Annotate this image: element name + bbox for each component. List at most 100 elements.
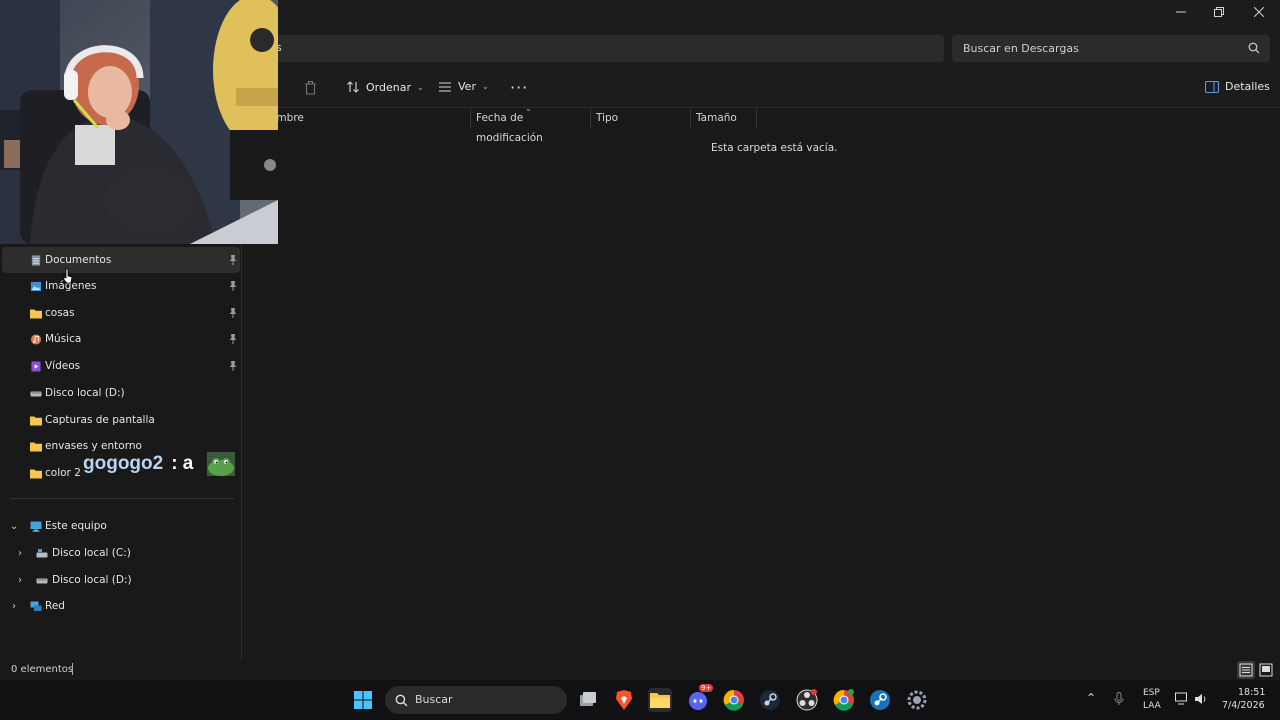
- chrome-button[interactable]: [722, 688, 746, 712]
- close-button[interactable]: [1240, 0, 1278, 24]
- large-icons-view-button[interactable]: [1257, 661, 1275, 679]
- sidebar-item-label: Este equipo: [45, 520, 107, 532]
- sidebar-item-documentos[interactable]: Documentos: [2, 247, 240, 273]
- address-bar[interactable]: s: [270, 35, 944, 62]
- pin-icon[interactable]: [229, 308, 237, 318]
- sidebar-item-label: Disco local (D:): [52, 574, 132, 586]
- sidebar-item-label: cosas: [45, 307, 75, 319]
- column-size[interactable]: Tamaño: [691, 108, 757, 128]
- taskbar-search[interactable]: Buscar: [385, 686, 567, 714]
- minimize-icon: [1176, 11, 1186, 13]
- column-type-label: Tipo: [596, 112, 619, 124]
- status-bar: 0 elementos: [0, 660, 1280, 680]
- restore-icon: [1214, 7, 1224, 17]
- sidebar-item-este-equipo[interactable]: ⌄ Este equipo: [2, 513, 240, 539]
- sidebar-item-red[interactable]: › Red: [2, 593, 240, 619]
- sidebar-item-capturas[interactable]: Capturas de pantalla: [2, 407, 240, 433]
- pin-icon[interactable]: [229, 334, 237, 344]
- column-type[interactable]: Tipo: [591, 108, 691, 128]
- discord-badge: 9+: [699, 684, 714, 692]
- task-view-button[interactable]: [576, 688, 600, 712]
- chevron-right-icon[interactable]: ›: [18, 575, 22, 586]
- discord-button[interactable]: 9+: [686, 684, 714, 712]
- clock-time[interactable]: 18:51: [1238, 687, 1265, 698]
- taskbar: Buscar 9+ ⌃ ESP LAA 18:51 7/4/2026: [0, 680, 1280, 720]
- chevron-down-icon: ⌄: [416, 82, 424, 92]
- chrome-profile-button[interactable]: [832, 688, 856, 712]
- sidebar-item-label: Documentos: [45, 254, 112, 266]
- taskbar-search-label: Buscar: [415, 693, 453, 706]
- steam-button[interactable]: [758, 688, 782, 712]
- obs-button[interactable]: [795, 688, 819, 712]
- details-pane-icon: [1205, 80, 1219, 93]
- webcam-overlay: [0, 0, 278, 244]
- file-explorer-icon: [650, 693, 670, 708]
- language-bottom[interactable]: LAA: [1143, 701, 1161, 711]
- chat-overlay: gogogo2 : a: [83, 452, 236, 476]
- details-view-icon: [1239, 663, 1253, 677]
- empty-folder-message: Esta carpeta está vacía.: [711, 142, 838, 154]
- video-icon: [31, 360, 41, 372]
- sort-icon: [347, 81, 359, 93]
- search-box[interactable]: [952, 35, 1270, 62]
- column-name[interactable]: ombre: [265, 108, 471, 128]
- pin-icon[interactable]: [229, 281, 237, 291]
- pin-icon[interactable]: [229, 361, 237, 371]
- chevron-right-icon[interactable]: ›: [12, 601, 16, 612]
- volume-icon[interactable]: [1194, 692, 1208, 706]
- large-icons-view-icon: [1259, 663, 1273, 677]
- folder-icon: [30, 442, 42, 451]
- view-button[interactable]: Ver ⌄: [438, 80, 489, 93]
- file-explorer-button[interactable]: [648, 688, 672, 712]
- drive-icon: [36, 578, 48, 583]
- delete-button[interactable]: [304, 81, 317, 95]
- microphone-icon[interactable]: [1114, 692, 1124, 706]
- close-icon: [1254, 7, 1264, 17]
- start-button[interactable]: [351, 688, 375, 712]
- details-pane-button[interactable]: Detalles: [1205, 80, 1270, 93]
- system-drive-icon: [36, 548, 48, 557]
- folder-icon: [30, 416, 42, 425]
- language-top[interactable]: ESP: [1143, 688, 1160, 698]
- sidebar-item-disco-d-pc[interactable]: › Disco local (D:): [2, 567, 240, 593]
- sidebar-item-label: Red: [45, 600, 65, 612]
- clock-date[interactable]: 7/4/2026: [1222, 700, 1265, 711]
- pin-icon[interactable]: [229, 255, 237, 265]
- brave-browser-button[interactable]: [612, 688, 636, 712]
- chevron-down-icon: ⌄: [481, 82, 489, 91]
- sort-button[interactable]: Ordenar ⌄: [346, 80, 424, 94]
- folder-icon: [30, 469, 42, 478]
- search-icon: [395, 694, 408, 707]
- view-label: Ver: [458, 80, 476, 93]
- sidebar-item-label: color 2: [45, 467, 81, 479]
- tray-overflow-chevron-icon[interactable]: ⌃: [1086, 691, 1096, 705]
- sidebar-item-cosas[interactable]: cosas: [2, 300, 240, 326]
- sidebar-item-imagenes[interactable]: Imágenes: [2, 273, 240, 299]
- settings-button[interactable]: [905, 688, 929, 712]
- sidebar-item-disco-d[interactable]: Disco local (D:): [2, 380, 240, 406]
- pictures-icon: [30, 281, 42, 291]
- more-options-button[interactable]: ···: [510, 78, 528, 97]
- sidebar-item-label: Música: [45, 333, 82, 345]
- column-modified[interactable]: Fecha de modificación ⌄: [471, 104, 591, 144]
- search-input[interactable]: [952, 35, 1242, 62]
- steam-secondary-button[interactable]: [868, 688, 892, 712]
- webcam-feed-image: [0, 0, 278, 244]
- steam-icon: [870, 690, 890, 710]
- frog-emote-icon: [207, 452, 236, 476]
- sidebar-item-musica[interactable]: Música: [2, 326, 240, 352]
- folder-icon: [30, 309, 42, 318]
- chevron-right-icon[interactable]: ›: [18, 548, 22, 559]
- chevron-down-icon[interactable]: ⌄: [10, 521, 18, 532]
- network-tray-icon[interactable]: [1175, 692, 1191, 706]
- sidebar-item-videos[interactable]: Vídeos: [2, 353, 240, 379]
- restore-button[interactable]: [1200, 0, 1238, 24]
- sidebar-item-disco-c[interactable]: › Disco local (C:): [2, 540, 240, 566]
- chrome-icon: [723, 689, 744, 711]
- obs-icon: [796, 689, 818, 711]
- steam-icon: [760, 690, 780, 710]
- details-view-button[interactable]: [1237, 661, 1255, 679]
- minimize-button[interactable]: [1162, 0, 1200, 24]
- sort-label: Ordenar: [366, 80, 411, 94]
- sidebar-divider: [10, 498, 234, 499]
